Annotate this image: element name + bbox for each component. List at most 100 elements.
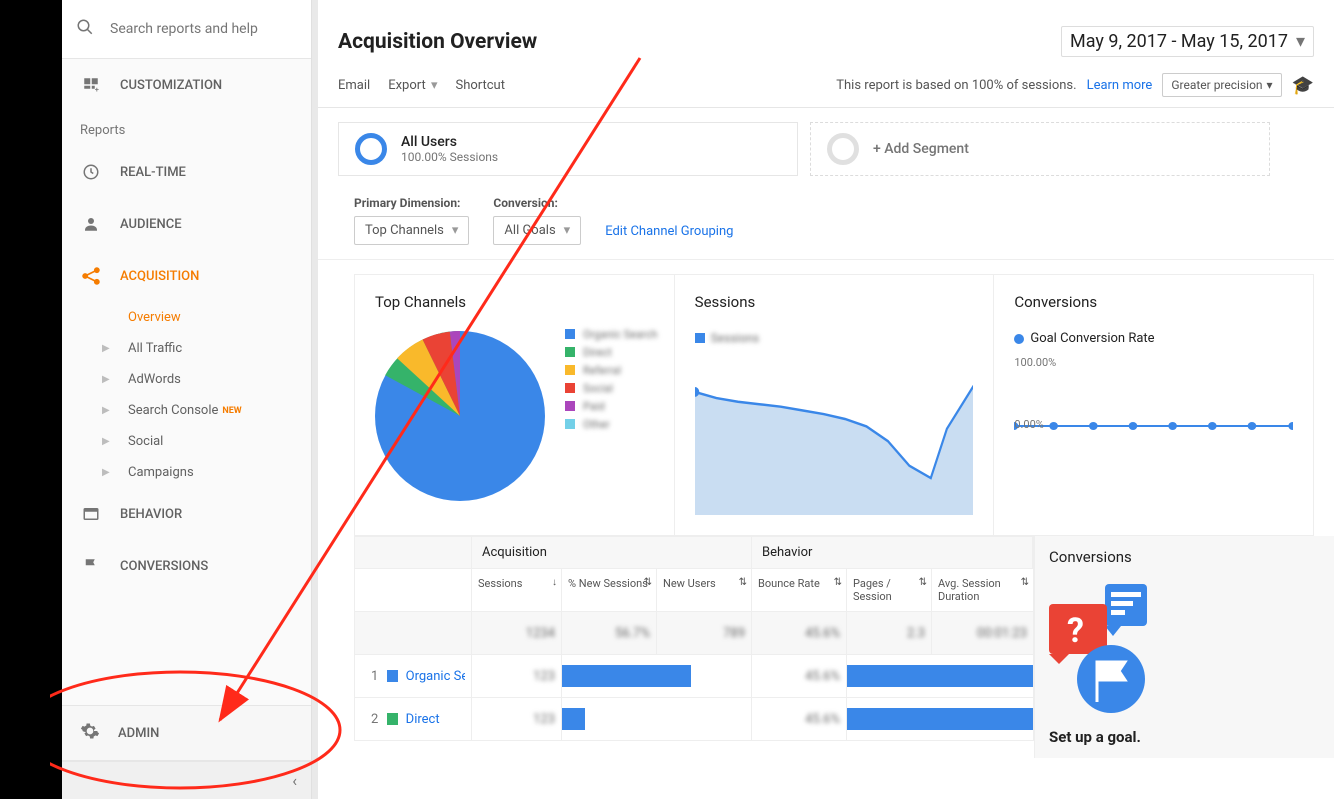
y-axis-top: 100.00% (1014, 356, 1056, 369)
subnav-all-traffic[interactable]: ▶ All Traffic (82, 333, 311, 364)
cell-value: 45.6% (805, 626, 840, 641)
subnav-overview-label: Overview (128, 310, 181, 325)
th-new-users[interactable]: New Users⇅ (657, 569, 752, 611)
legend-swatch (565, 383, 575, 393)
conversion-legend-label: Goal Conversion Rate (1030, 331, 1154, 346)
subnav-search-console[interactable]: ▶ Search Console NEW (82, 395, 311, 426)
row-rank: 2 (363, 712, 379, 727)
main-panel: Acquisition Overview May 9, 2017 - May 1… (312, 0, 1334, 799)
cell-value: 1234 (526, 626, 555, 641)
chart-top-channels: Top Channels Organic Search Direct Refer… (355, 275, 675, 535)
nav-audience-label: AUDIENCE (120, 217, 182, 232)
search-row[interactable] (62, 0, 311, 59)
charts-row: Top Channels Organic Search Direct Refer… (354, 274, 1314, 536)
graduation-icon[interactable]: 🎓 (1292, 75, 1314, 96)
sort-icon: ⇅ (1021, 577, 1029, 588)
sort-icon: ⇅ (644, 577, 652, 588)
conversion-value: All Goals (504, 223, 555, 238)
bar (562, 708, 585, 730)
legend-dot-icon (1014, 334, 1024, 344)
conversion-label: Conversion: (493, 196, 581, 210)
behavior-icon (80, 503, 102, 525)
sort-icon: ⇅ (919, 577, 927, 588)
learn-more-link[interactable]: Learn more (1087, 78, 1153, 93)
table-summary-row: 1234 56.7% 789 45.6% 2.3 00:01:23 (354, 612, 1034, 655)
chevron-down-icon: ▾ (1267, 78, 1273, 92)
table-row[interactable]: 2 Direct 123 45.6% (354, 698, 1034, 741)
cell-value: 2.3 (907, 626, 925, 641)
shortcut-button[interactable]: Shortcut (455, 78, 505, 93)
precision-button[interactable]: Greater precision ▾ (1162, 73, 1281, 97)
acquisition-subnav: Overview ▶ All Traffic ▶ AdWords ▶ Searc… (62, 302, 311, 488)
svg-text:?: ? (1067, 611, 1084, 651)
chevron-left-icon: ‹ (292, 771, 297, 790)
conversion-legend: Goal Conversion Rate (1014, 331, 1293, 346)
person-icon (80, 213, 102, 235)
th-pages[interactable]: Pages / Session⇅ (847, 569, 932, 611)
subnav-all-traffic-label: All Traffic (128, 341, 182, 356)
legend-label: Direct (583, 346, 612, 359)
nav-audience[interactable]: AUDIENCE (62, 198, 311, 250)
nav-realtime-label: REAL-TIME (120, 165, 186, 180)
th-sessions[interactable]: Sessions↓ (472, 569, 562, 611)
th-duration[interactable]: Avg. Session Duration⇅ (932, 569, 1034, 611)
nav-acquisition-label: ACQUISITION (120, 269, 199, 284)
chart-conversions: Conversions Goal Conversion Rate 100.00%… (994, 275, 1313, 535)
table-row[interactable]: 1Organic Search12345.6% (354, 655, 1034, 698)
primary-dimension-dropdown[interactable]: Top Channels ▾ (354, 216, 469, 245)
nav-conversions[interactable]: CONVERSIONS (62, 540, 311, 592)
conversion-dropdown[interactable]: All Goals ▾ (493, 216, 581, 245)
nav-acquisition[interactable]: ACQUISITION (62, 250, 311, 302)
export-button[interactable]: Export ▾ (388, 78, 437, 93)
chevron-right-icon: ▶ (102, 467, 114, 478)
segment-all-users[interactable]: All Users 100.00% Sessions (338, 122, 798, 176)
search-input[interactable] (110, 21, 293, 37)
subnav-campaigns[interactable]: ▶ Campaigns (82, 457, 311, 488)
date-range-label: May 9, 2017 - May 15, 2017 (1070, 31, 1288, 52)
row-name[interactable]: Direct (406, 712, 465, 727)
table-section: Acquisition Behavior Sessions↓ % New Ses… (354, 536, 1334, 758)
cell-value: 123 (533, 712, 555, 727)
subnav-overview[interactable]: Overview (82, 302, 311, 333)
row-rank: 1 (363, 669, 379, 684)
left-app-strip (0, 0, 62, 799)
row-name[interactable]: Organic Search (406, 669, 465, 684)
subnav-adwords[interactable]: ▶ AdWords (82, 364, 311, 395)
cell-value: 00:01:23 (977, 626, 1027, 641)
th-new-sessions[interactable]: % New Sessions⇅ (562, 569, 657, 611)
legend-label: Social (583, 382, 613, 395)
nav-conversions-label: CONVERSIONS (120, 559, 208, 574)
flag-icon (80, 555, 102, 577)
search-icon (76, 18, 94, 40)
add-segment-button[interactable]: + Add Segment (810, 122, 1270, 176)
chevron-right-icon: ▶ (102, 374, 114, 385)
nav-behavior-label: BEHAVIOR (120, 507, 182, 522)
legend-label: Other (583, 418, 610, 431)
primary-dimension-value: Top Channels (365, 223, 444, 238)
area-chart (695, 355, 974, 515)
nav-realtime[interactable]: REAL-TIME (62, 146, 311, 198)
email-button[interactable]: Email (338, 78, 370, 93)
sidebar-collapse[interactable]: ‹ (62, 761, 311, 799)
nav-admin[interactable]: ADMIN (62, 705, 311, 761)
date-range-picker[interactable]: May 9, 2017 - May 15, 2017 ▾ (1061, 26, 1314, 57)
legend-swatch (565, 329, 575, 339)
cell-value: 789 (723, 626, 745, 641)
edit-channel-grouping-link[interactable]: Edit Channel Grouping (605, 224, 733, 239)
goal-graphic: ? (1049, 584, 1149, 714)
subnav-social[interactable]: ▶ Social (82, 426, 311, 457)
segment-subtitle: 100.00% Sessions (401, 150, 498, 164)
bar (847, 665, 1033, 687)
th-bounce[interactable]: Bounce Rate⇅ (752, 569, 847, 611)
legend-label: Paid (583, 400, 605, 413)
dimensions-row: Primary Dimension: Top Channels ▾ Conver… (318, 190, 1334, 260)
chevron-down-icon: ▾ (431, 78, 438, 93)
row-swatch (387, 713, 397, 725)
cell-value: 45.6% (805, 712, 840, 727)
nav-customization[interactable]: + CUSTOMIZATION (62, 59, 311, 111)
toolbar: Email Export ▾ Shortcut This report is b… (318, 65, 1334, 108)
precision-label: Greater precision (1171, 78, 1262, 92)
chevron-right-icon: ▶ (102, 405, 114, 416)
legend-swatch (565, 401, 575, 411)
nav-behavior[interactable]: BEHAVIOR (62, 488, 311, 540)
